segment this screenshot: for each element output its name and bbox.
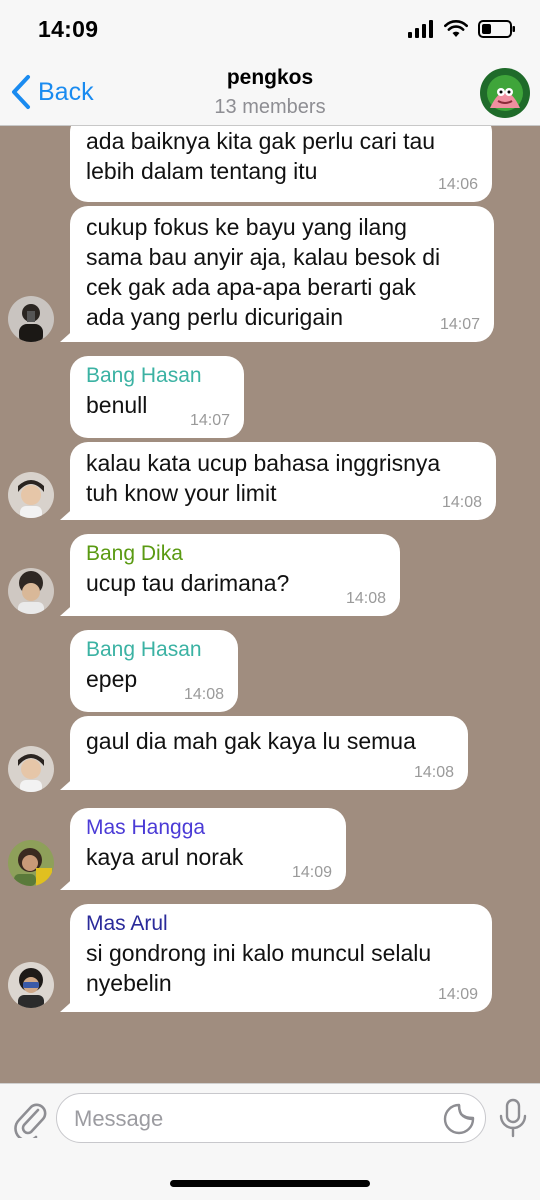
message-bubble[interactable]: kalau kata ucup bahasa inggrisnya tuh kn… bbox=[70, 442, 496, 520]
chat-title[interactable]: pengkos bbox=[0, 66, 540, 90]
message-text: si gondrong ini kalo muncul selalu nyebe… bbox=[86, 940, 432, 996]
status-time: 14:09 bbox=[38, 16, 99, 42]
group-avatar[interactable] bbox=[480, 68, 530, 118]
paperclip-icon bbox=[14, 1103, 47, 1142]
message-text: cukup fokus ke bayu yang ilang sama bau … bbox=[86, 214, 441, 330]
message-bubble[interactable]: Mas Hangga kaya arul norak 14:09 bbox=[70, 808, 346, 890]
message-time: 14:08 bbox=[441, 494, 482, 511]
message-time: 14:07 bbox=[439, 316, 480, 333]
sender-name[interactable]: Bang Dika bbox=[86, 540, 384, 568]
message-time: 14:08 bbox=[345, 590, 386, 607]
message-bubble[interactable]: Bang Hasan epep 14:08 bbox=[70, 630, 238, 712]
microphone-button[interactable] bbox=[498, 1098, 528, 1140]
message-list[interactable]: ada baiknya kita gak perlu cari tau lebi… bbox=[0, 126, 540, 1083]
message-bubble[interactable]: Bang Dika ucup tau darimana? 14:08 bbox=[70, 534, 400, 616]
sender-name[interactable]: Bang Hasan bbox=[86, 636, 222, 664]
sender-name[interactable]: Bang Hasan bbox=[86, 362, 228, 390]
status-bar: 14:09 bbox=[0, 0, 540, 60]
member-count: 13 members bbox=[214, 96, 326, 118]
message-time: 14:09 bbox=[291, 864, 332, 881]
message-time: 14:08 bbox=[413, 764, 454, 781]
attach-button[interactable] bbox=[12, 1098, 48, 1142]
message-bubble[interactable]: gaul dia mah gak kaya lu semua 14:08 bbox=[70, 716, 468, 790]
avatar[interactable] bbox=[8, 962, 54, 1008]
avatar[interactable] bbox=[8, 472, 54, 518]
home-indicator[interactable] bbox=[170, 1180, 370, 1187]
sender-name[interactable]: Mas Arul bbox=[86, 910, 476, 938]
message-bubble[interactable]: Bang Hasan benull 14:07 bbox=[70, 356, 244, 438]
message-text: gaul dia mah gak kaya lu semua bbox=[86, 728, 416, 754]
sticker-icon bbox=[443, 1103, 475, 1135]
message-text: ucup tau darimana? bbox=[86, 570, 290, 596]
message-time: 14:07 bbox=[189, 412, 230, 429]
wifi-icon bbox=[444, 20, 468, 37]
message-text: ada baiknya kita gak perlu cari tau lebi… bbox=[86, 128, 436, 184]
message-field[interactable] bbox=[56, 1093, 486, 1143]
avatar[interactable] bbox=[8, 568, 54, 614]
message-time: 14:09 bbox=[437, 986, 478, 1003]
avatar[interactable] bbox=[8, 840, 54, 886]
microphone-icon bbox=[499, 1098, 527, 1138]
chat-header: Back pengkos 13 members bbox=[0, 60, 540, 126]
message-time: 14:08 bbox=[183, 686, 224, 703]
status-icons bbox=[408, 20, 516, 38]
avatar[interactable] bbox=[8, 296, 54, 342]
message-bubble[interactable]: cukup fokus ke bayu yang ilang sama bau … bbox=[70, 206, 494, 342]
message-text: kalau kata ucup bahasa inggrisnya tuh kn… bbox=[86, 450, 441, 506]
message-bubble[interactable]: Mas Arul si gondrong ini kalo muncul sel… bbox=[70, 904, 492, 1012]
sticker-button[interactable] bbox=[443, 1103, 475, 1135]
signal-icon bbox=[408, 20, 433, 38]
message-time: 14:06 bbox=[437, 176, 478, 193]
battery-icon bbox=[478, 20, 515, 38]
sender-name[interactable]: Mas Hangga bbox=[86, 814, 330, 842]
message-input[interactable] bbox=[74, 1106, 434, 1132]
avatar[interactable] bbox=[8, 746, 54, 792]
message-bubble[interactable]: ada baiknya kita gak perlu cari tau lebi… bbox=[70, 126, 492, 202]
